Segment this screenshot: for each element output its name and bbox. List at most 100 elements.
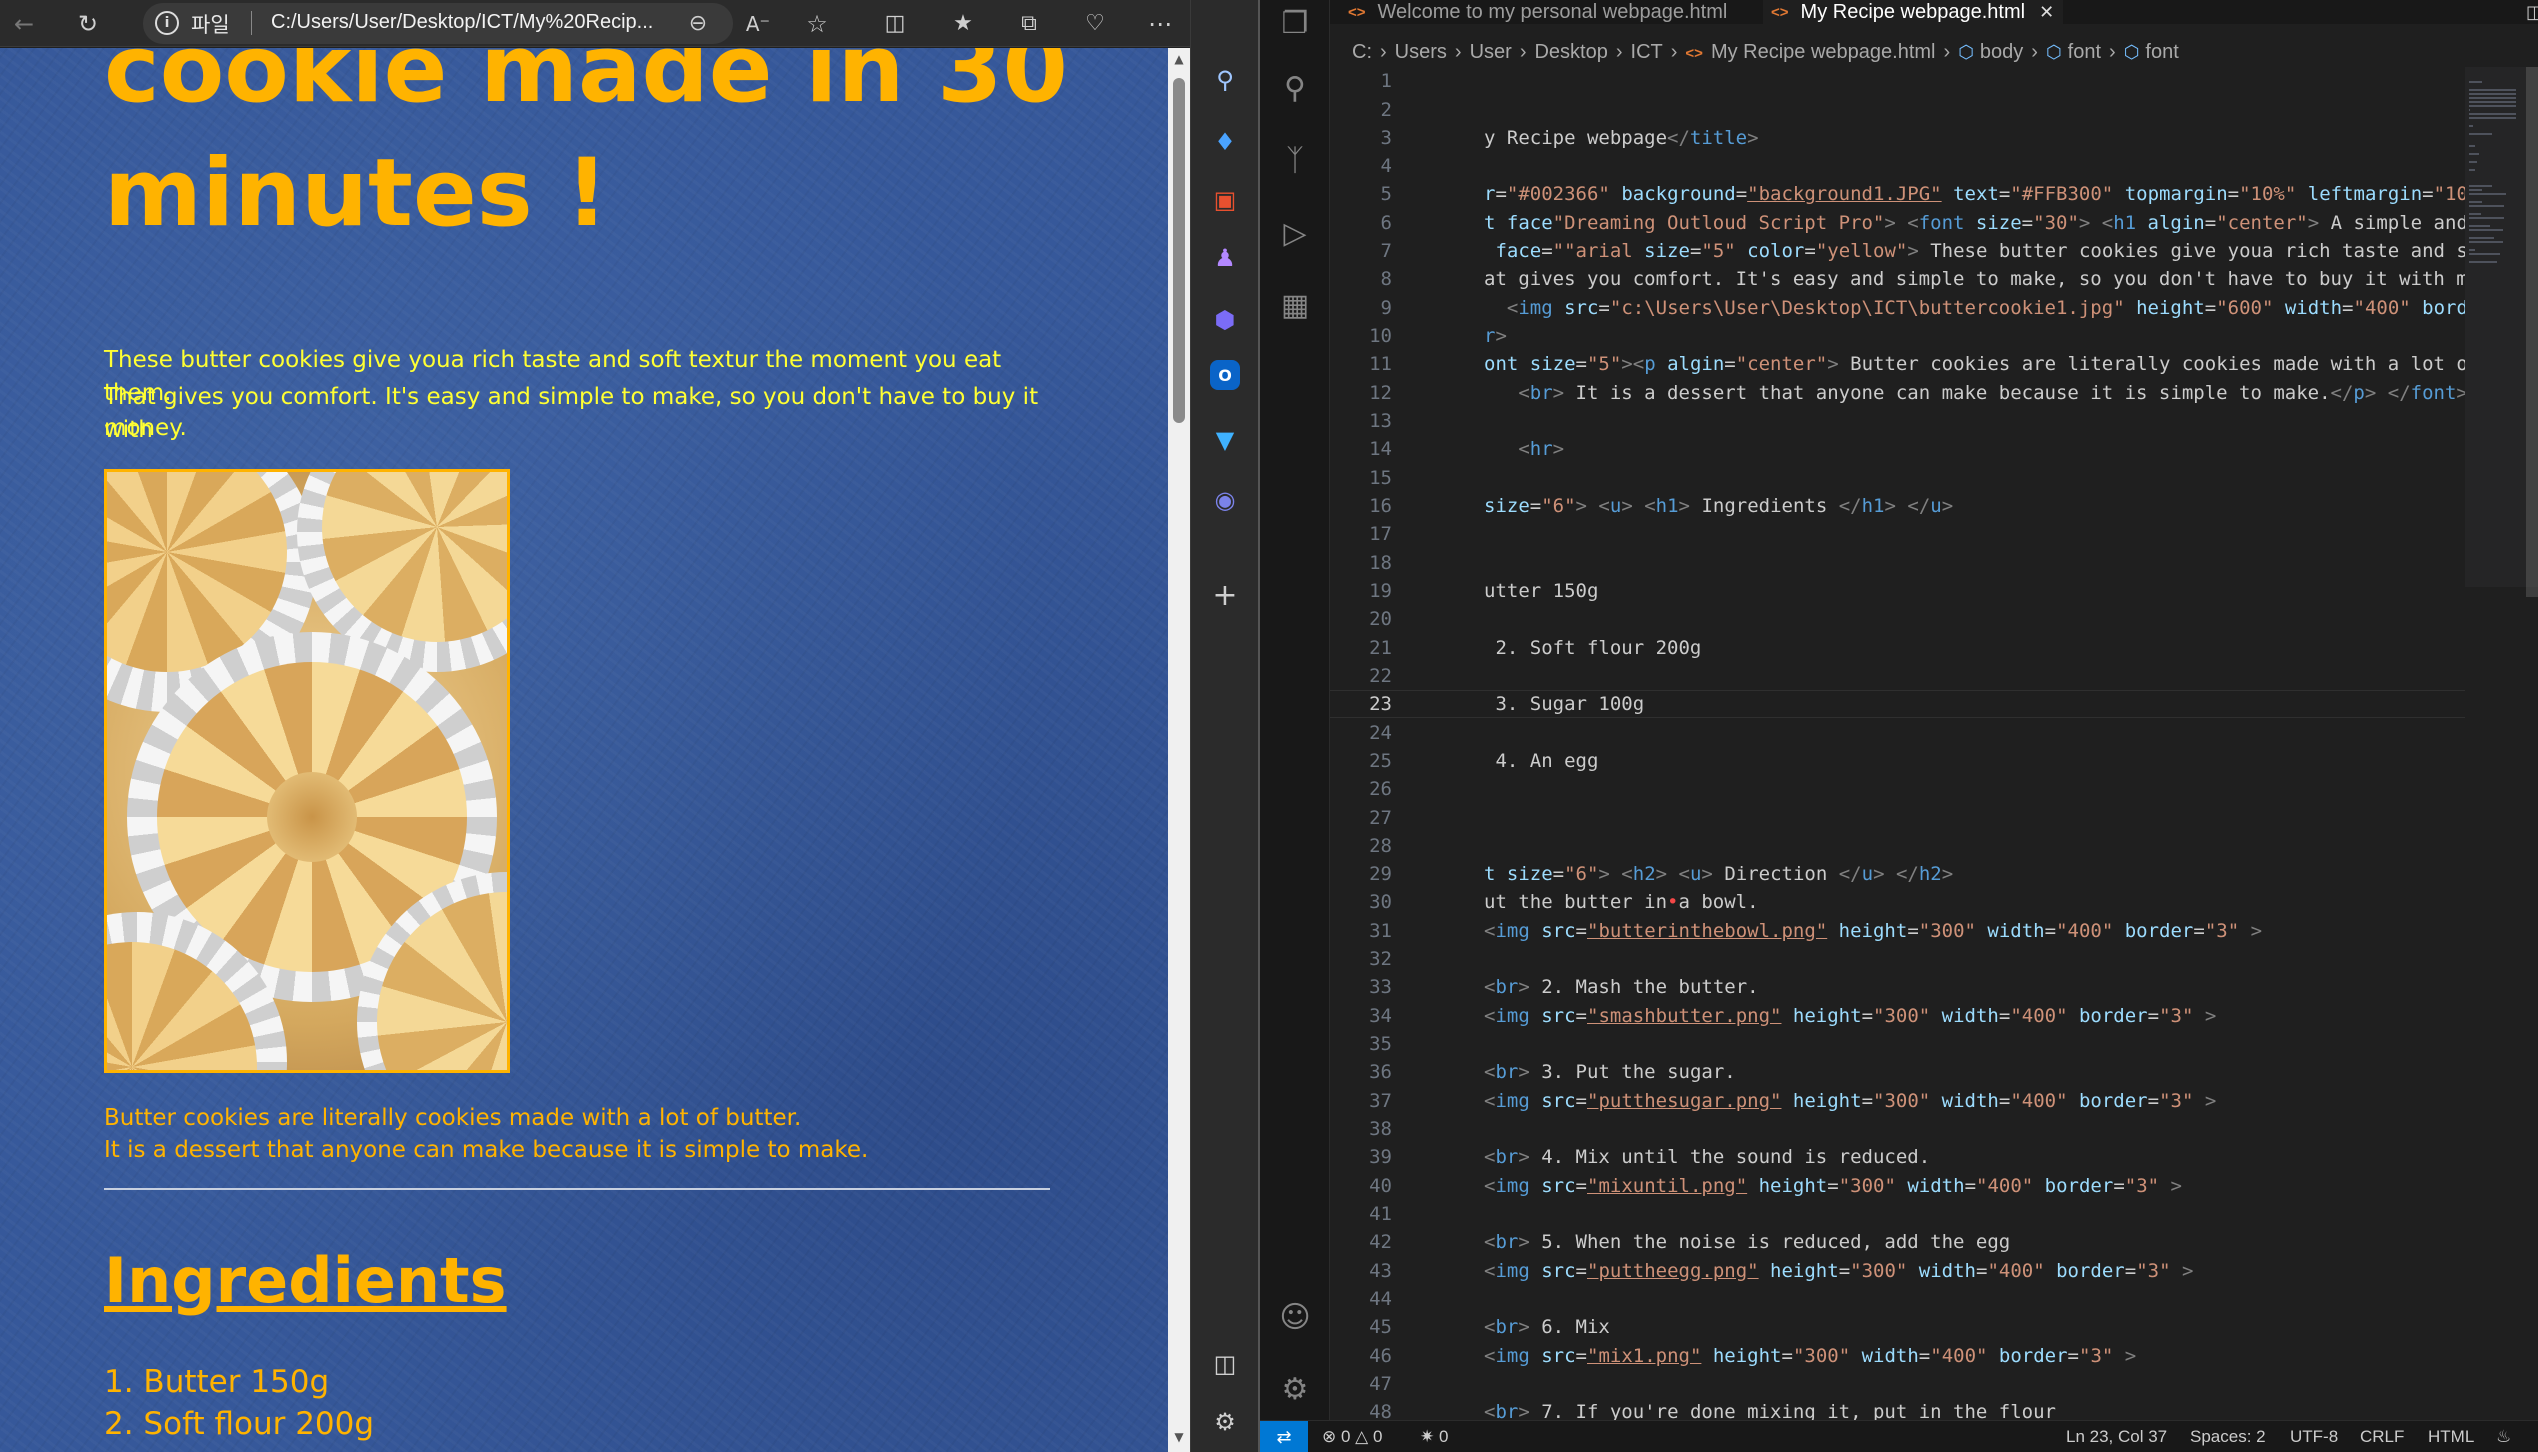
breadcrumb-item[interactable]: ICT — [1631, 41, 1663, 64]
code-line[interactable]: 25 4. An egg — [1330, 747, 2465, 775]
code-line[interactable]: 28 — [1330, 832, 2465, 860]
scroll-up-arrow-icon[interactable]: ▲ — [1168, 52, 1190, 70]
code-line[interactable]: 46 <img src="mix1.png" height="300" width… — [1330, 1341, 2465, 1369]
code-line[interactable]: 26 — [1330, 775, 2465, 803]
favorites-icon[interactable]: ★ — [943, 0, 983, 47]
code-line[interactable]: 3 y Recipe webpage</title> — [1330, 124, 2465, 152]
extensions-icon[interactable]: ▦ — [1272, 282, 1318, 328]
code-line[interactable]: 32 — [1330, 945, 2465, 973]
code-line[interactable]: 35 — [1330, 1030, 2465, 1058]
breadcrumb-item[interactable]: ⬡ font — [2124, 41, 2179, 64]
split-editor-icon[interactable]: ◫ — [2526, 2, 2538, 23]
zoom-out-icon[interactable]: ⊖ — [678, 0, 718, 47]
read-aloud-icon[interactable]: A⁻ — [738, 0, 778, 47]
code-line[interactable]: 48 <br> 7. If you're done mixing it, put … — [1330, 1398, 2465, 1420]
code-line[interactable]: 20 — [1330, 605, 2465, 633]
code-line[interactable]: 18 — [1330, 548, 2465, 576]
code-line[interactable]: 1 — [1330, 67, 2465, 95]
indentation[interactable]: Spaces: 2 — [2190, 1421, 2266, 1452]
manage-gear-icon[interactable]: ⚙ — [1272, 1366, 1318, 1412]
add-icon[interactable]: + — [1205, 575, 1245, 615]
tools-icon[interactable]: ▣ — [1205, 180, 1245, 220]
code-line[interactable]: 29 t size="6"> <h2> <u> Direction </u> </… — [1330, 860, 2465, 888]
refresh-icon[interactable]: ↻ — [68, 0, 108, 47]
code-editor[interactable]: 123y Recipe webpage</title> 4 5 r="#002366"… — [1330, 67, 2465, 1420]
settings-icon[interactable]: ⚙ — [1205, 1402, 1245, 1442]
page-scrollbar[interactable]: ▲ ▼ — [1168, 48, 1190, 1452]
problems-indicator[interactable]: ⊗ 0 △ 0 — [1322, 1421, 1382, 1452]
teams-icon[interactable]: ◉ — [1205, 480, 1245, 520]
accounts-icon[interactable]: ☺ — [1272, 1294, 1318, 1340]
info-icon[interactable]: i — [155, 11, 179, 35]
code-line[interactable]: 44 — [1330, 1285, 2465, 1313]
search-icon[interactable]: ⚲ — [1272, 65, 1318, 111]
remote-indicator-icon[interactable]: ⇄ — [1260, 1421, 1308, 1452]
notifications-bell-icon[interactable]: ♨ — [2496, 1421, 2511, 1452]
code-line[interactable]: 5 r="#002366" background="background1.JPG… — [1330, 180, 2465, 208]
code-line[interactable]: 24 — [1330, 718, 2465, 746]
code-line[interactable]: 45 <br> 6. Mix — [1330, 1313, 2465, 1341]
run-debug-icon[interactable]: ▷ — [1272, 210, 1318, 256]
address-url[interactable]: C:/Users/User/Desktop/ICT/My%20Recip... — [271, 11, 671, 34]
ports-indicator[interactable]: ✷ 0 — [1420, 1421, 1448, 1452]
code-line[interactable]: 43 <img src="puttheegg.png" height="300" … — [1330, 1256, 2465, 1284]
tab-welcome-page[interactable]: <> Welcome to my personal webpage.html — [1340, 0, 1760, 24]
breadcrumb-item[interactable]: Desktop — [1534, 41, 1607, 64]
minimap-slider[interactable] — [2526, 67, 2538, 597]
breadcrumb-item[interactable]: ⬡ body — [1958, 41, 2023, 64]
games-icon[interactable]: ♟ — [1205, 238, 1245, 278]
code-line[interactable]: 15 — [1330, 463, 2465, 491]
explorer-icon[interactable]: ❐ — [1272, 0, 1318, 46]
code-line[interactable]: 12 <br> It is a dessert that anyone can … — [1330, 379, 2465, 407]
drop-icon[interactable]: ▼ — [1205, 420, 1245, 460]
code-line[interactable]: 13 — [1330, 407, 2465, 435]
code-line[interactable]: 11 ont size="5"><p algin="center"> Butter… — [1330, 350, 2465, 378]
code-line[interactable]: 39 <br> 4. Mix until the sound is reduced… — [1330, 1143, 2465, 1171]
code-line[interactable]: 7 face=""arial size="5" color="yellow"> … — [1330, 237, 2465, 265]
code-line[interactable]: 30 ut the butter in•a bowl. — [1330, 888, 2465, 916]
breadcrumb-item[interactable]: <> My Recipe webpage.html — [1685, 41, 1935, 64]
code-line[interactable]: 40 <img src="mixuntil.png" height="300" w… — [1330, 1171, 2465, 1199]
code-line[interactable]: 4 — [1330, 152, 2465, 180]
code-line[interactable]: 42 <br> 5. When the noise is reduced, add… — [1330, 1228, 2465, 1256]
code-line[interactable]: 6t face"Dreaming Outloud Script Pro"> <f… — [1330, 209, 2465, 237]
scroll-down-arrow-icon[interactable]: ▼ — [1168, 1430, 1190, 1448]
code-line[interactable]: 47 — [1330, 1370, 2465, 1398]
code-line[interactable]: 33 <br> 2. Mash the butter. — [1330, 973, 2465, 1001]
code-line[interactable]: 22 — [1330, 662, 2465, 690]
source-control-icon[interactable]: ᛉ — [1272, 137, 1318, 183]
code-line[interactable]: 10 r> — [1330, 322, 2465, 350]
breadcrumb-item[interactable]: Users — [1395, 41, 1447, 64]
code-line[interactable]: 21 2. Soft flour 200g — [1330, 633, 2465, 661]
shopping-icon[interactable]: ♦ — [1205, 122, 1245, 162]
code-line[interactable]: 14 <hr> — [1330, 435, 2465, 463]
collections-icon[interactable]: ⧉ — [1009, 0, 1049, 47]
code-line[interactable]: 9 <img src="c:\Users\User\Desktop\ICT\bu… — [1330, 294, 2465, 322]
split-screen-icon[interactable]: ◫ — [875, 0, 915, 47]
sidebar-toggle-icon[interactable]: ◫ — [1205, 1344, 1245, 1384]
code-line[interactable]: 31 <img src="butterinthebowl.png" height=… — [1330, 917, 2465, 945]
microsoft365-icon[interactable]: ⬢ — [1205, 300, 1245, 340]
tab-recipe-page[interactable]: <> My Recipe webpage.html ✕ — [1763, 0, 2063, 24]
browser-essentials-icon[interactable]: ♡ — [1075, 0, 1115, 47]
code-line[interactable]: 17 — [1330, 520, 2465, 548]
line-ending[interactable]: CRLF — [2360, 1421, 2404, 1452]
language-mode[interactable]: HTML — [2428, 1421, 2474, 1452]
close-icon[interactable]: ✕ — [2039, 2, 2054, 23]
code-line[interactable]: 16 size="6"> <u> <h1> Ingredients </h1> <… — [1330, 492, 2465, 520]
scrollbar-thumb[interactable] — [1173, 78, 1185, 423]
outlook-icon[interactable]: O — [1210, 360, 1240, 390]
code-line[interactable]: 38 — [1330, 1115, 2465, 1143]
more-icon[interactable]: ⋯ — [1140, 0, 1180, 47]
search-icon[interactable]: ⚲ — [1205, 60, 1245, 100]
breadcrumb-item[interactable]: ⬡ font — [2046, 41, 2101, 64]
cursor-position[interactable]: Ln 23, Col 37 — [2066, 1421, 2167, 1452]
encoding[interactable]: UTF-8 — [2290, 1421, 2338, 1452]
code-line[interactable]: 34 <img src="smashbutter.png" height="300… — [1330, 1002, 2465, 1030]
breadcrumb-item[interactable]: User — [1470, 41, 1512, 64]
web-page-viewport[interactable]: cookie made in 30 minutes ! These butter… — [0, 48, 1168, 1452]
address-bar[interactable]: i 파일 C:/Users/User/Desktop/ICT/My%20Reci… — [143, 3, 733, 44]
code-line[interactable]: 27 — [1330, 803, 2465, 831]
code-line[interactable]: 8 at gives you comfort. It's easy and sim… — [1330, 265, 2465, 293]
code-line[interactable]: 23 3. Sugar 100g — [1330, 690, 2465, 719]
